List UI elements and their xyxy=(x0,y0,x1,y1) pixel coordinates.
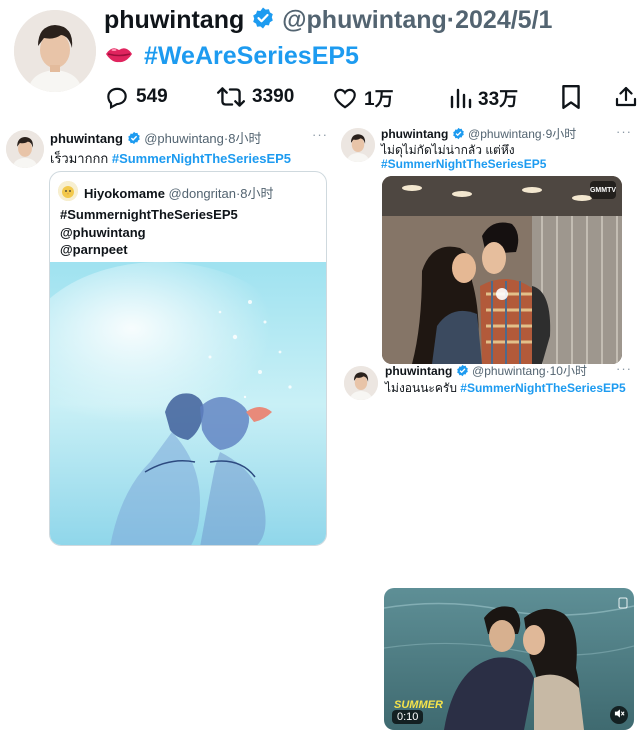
left-tweet-time[interactable]: 8小时 xyxy=(228,131,261,146)
verified-badge-icon xyxy=(456,364,469,380)
right-bottom-tweet-avatar[interactable] xyxy=(344,366,378,400)
left-tweet-avatar[interactable] xyxy=(6,130,44,168)
reply-count: 549 xyxy=(136,86,168,107)
quoted-tweet-card[interactable]: Hiyokomame @dongritan·8小时 #SummernightTh… xyxy=(49,171,327,546)
video-duration-badge: 0:10 xyxy=(392,710,424,724)
quoted-tweet-hashtag[interactable]: #SummernightTheSeriesEP5 xyxy=(60,206,238,224)
right-bottom-tweet-time[interactable]: 10小时 xyxy=(550,364,587,378)
like-button[interactable]: 1万 xyxy=(332,84,394,111)
right-top-tweet-hashtag-link[interactable]: #SummerNightTheSeriesEP5 xyxy=(381,157,546,171)
right-top-tweet-display-name[interactable]: phuwintang xyxy=(381,127,448,141)
quoted-tweet-mention-2[interactable]: @parnpeet xyxy=(60,241,238,259)
quoted-tweet-header: Hiyokomame @dongritan·8小时 xyxy=(84,186,274,201)
views-button[interactable]: 33万 xyxy=(448,84,518,111)
left-tweet-text-prefix: เร็วมากกก xyxy=(50,151,109,166)
tweet-actions-bar: 549 3390 1万 33万 xyxy=(104,84,640,114)
right-bottom-tweet-hashtag-link[interactable]: #SummerNightTheSeriesEP5 xyxy=(460,381,625,395)
retweet-count: 3390 xyxy=(252,86,295,107)
right-bottom-tweet-display-name[interactable]: phuwintang xyxy=(385,364,452,378)
right-top-tweet-avatar[interactable] xyxy=(341,128,375,162)
quoted-tweet-avatar[interactable] xyxy=(58,181,78,201)
summer-logo: SUMMER xyxy=(394,699,443,711)
left-tweet-display-name[interactable]: phuwintang xyxy=(50,131,123,146)
heart-icon xyxy=(332,85,358,111)
kiss-lips-icon xyxy=(104,43,134,72)
bookmark-button[interactable] xyxy=(560,84,582,110)
reply-icon xyxy=(104,84,130,110)
right-bottom-tweet-text-prefix: ไม่งอนนะครับ xyxy=(385,381,457,395)
retweet-icon xyxy=(216,84,246,110)
right-top-tweet-time[interactable]: 9小时 xyxy=(546,127,577,141)
main-hashtag-link[interactable]: #WeAreSeriesEP5 xyxy=(144,42,359,70)
left-tweet-header: phuwintang @phuwintang·8小时 xyxy=(50,128,261,148)
main-display-name[interactable]: phuwintang xyxy=(104,6,244,34)
main-handle[interactable]: @phuwintang xyxy=(282,6,447,34)
video-corner-icon xyxy=(618,596,628,609)
main-header: phuwintang @phuwintang·2024/5/1 xyxy=(104,6,552,37)
main-date[interactable]: 2024/5/1 xyxy=(455,6,552,34)
right-bottom-tweet-header: phuwintang @phuwintang·10小时 xyxy=(385,364,587,380)
left-tweet-text: เร็วมากกก #SummerNightTheSeriesEP5 xyxy=(50,148,291,169)
right-bottom-tweet-handle[interactable]: @phuwintang xyxy=(472,364,546,378)
quoted-tweet-time[interactable]: 8小时 xyxy=(240,186,273,201)
quoted-tweet-illustration[interactable] xyxy=(50,262,326,545)
right-bottom-tweet-video[interactable]: SUMMER 0:10 xyxy=(384,588,634,730)
share-icon xyxy=(614,84,638,110)
left-tweet-hashtag-link[interactable]: #SummerNightTheSeriesEP5 xyxy=(112,151,291,166)
mute-toggle-button[interactable] xyxy=(610,706,628,724)
bookmark-icon xyxy=(560,84,582,110)
views-count: 33万 xyxy=(478,89,519,110)
verified-badge-icon xyxy=(251,6,275,37)
speaker-mute-icon xyxy=(614,706,625,724)
gmmtv-watermark: GMMTV xyxy=(590,181,616,199)
main-avatar[interactable] xyxy=(14,10,96,92)
quoted-tweet-text: #SummernightTheSeriesEP5 @phuwintang @pa… xyxy=(60,206,238,259)
right-top-tweet-more-button[interactable]: ··· xyxy=(616,124,632,139)
right-top-tweet-photo[interactable]: GMMTV xyxy=(382,176,622,364)
right-bottom-tweet-more-button[interactable]: ··· xyxy=(616,361,632,376)
left-tweet-more-button[interactable]: ··· xyxy=(312,127,328,142)
left-tweet-handle[interactable]: @phuwintang xyxy=(144,131,224,146)
like-count: 1万 xyxy=(364,89,394,110)
retweet-button[interactable]: 3390 xyxy=(216,84,294,110)
main-separator: · xyxy=(446,6,456,35)
quoted-tweet-display-name[interactable]: Hiyokomame xyxy=(84,186,165,201)
quoted-tweet-mention-1[interactable]: @phuwintang xyxy=(60,224,238,242)
reply-button[interactable]: 549 xyxy=(104,84,168,110)
verified-badge-icon xyxy=(127,131,141,148)
right-top-tweet-handle[interactable]: @phuwintang xyxy=(468,127,542,141)
right-bottom-tweet-text: ไม่งอนนะครับ #SummerNightTheSeriesEP5 xyxy=(385,379,626,398)
views-bar-chart-icon xyxy=(448,85,472,111)
share-button[interactable] xyxy=(614,84,638,110)
main-tweet-text: #WeAreSeriesEP5 xyxy=(104,42,359,72)
quoted-tweet-handle[interactable]: @dongritan xyxy=(169,186,236,201)
